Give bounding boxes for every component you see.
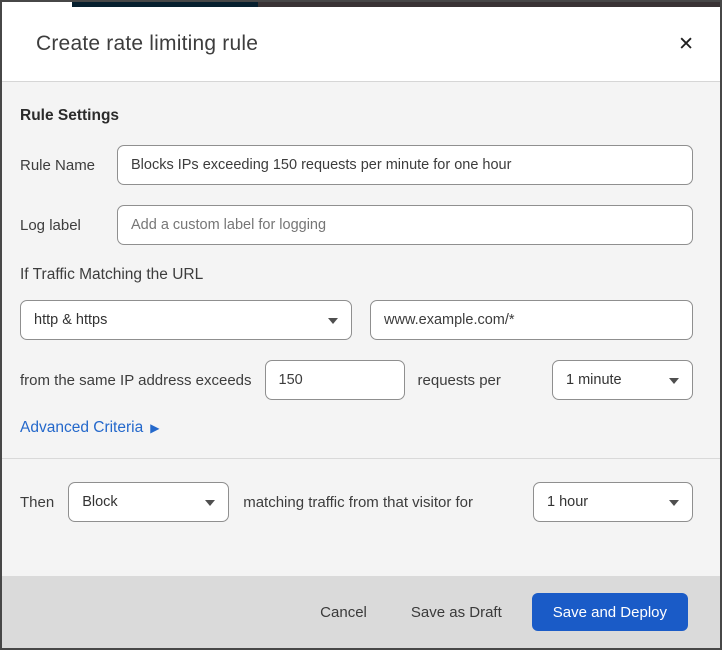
log-label-label: Log label [20, 216, 81, 234]
url-pattern-input[interactable] [370, 300, 693, 340]
duration-select-value: 1 hour [547, 494, 589, 510]
duration-select[interactable]: 1 hour [533, 482, 693, 522]
save-as-draft-button[interactable]: Save as Draft [397, 596, 516, 629]
rule-name-row: Rule Name [20, 145, 693, 185]
period-select[interactable]: 1 minute [552, 360, 693, 400]
traffic-matching-heading: If Traffic Matching the URL [20, 266, 204, 283]
rule-name-label: Rule Name [20, 156, 96, 174]
log-label-input[interactable] [117, 205, 693, 245]
then-action-row: Then Block matching traffic from that vi… [20, 482, 693, 522]
period-select-value: 1 minute [566, 372, 622, 388]
advanced-criteria-link[interactable]: Advanced Criteria ▶ [20, 419, 159, 437]
section-divider [2, 458, 720, 459]
scheme-select[interactable]: http & https [20, 300, 352, 340]
dialog-footer: Cancel Save as Draft Save and Deploy [2, 576, 720, 648]
request-threshold-input[interactable] [264, 360, 405, 400]
rule-name-input[interactable] [117, 145, 693, 185]
threshold-row: from the same IP address exceeds request… [20, 360, 693, 400]
threshold-prefix-text: from the same IP address exceeds [20, 371, 252, 389]
chevron-down-icon [205, 500, 216, 506]
create-rate-limiting-rule-dialog: Create rate limiting rule ✕ Rule Setting… [2, 7, 720, 648]
url-match-row: http & https [20, 300, 693, 340]
close-icon[interactable]: ✕ [672, 31, 700, 58]
expand-arrow-icon: ▶ [150, 421, 160, 435]
chevron-down-icon [669, 378, 679, 384]
threshold-middle-text: requests per [417, 371, 501, 389]
cancel-button[interactable]: Cancel [306, 596, 381, 629]
dialog-header: Create rate limiting rule ✕ [2, 7, 720, 82]
then-label: Then [20, 493, 55, 511]
chevron-down-icon [328, 318, 338, 324]
rule-settings-heading: Rule Settings [20, 107, 120, 124]
log-label-row: Log label [20, 205, 693, 245]
dialog-body: Rule Settings Rule Name Log label If Tra… [2, 82, 720, 576]
screenshot-frame: Create rate limiting rule ✕ Rule Setting… [0, 0, 722, 650]
action-select[interactable]: Block [68, 482, 230, 522]
chevron-down-icon [669, 500, 679, 506]
action-select-value: Block [82, 494, 118, 510]
then-middle-text: matching traffic from that visitor for [243, 493, 474, 511]
advanced-criteria-label: Advanced Criteria [20, 419, 144, 436]
scheme-select-value: http & https [34, 312, 108, 328]
save-and-deploy-button[interactable]: Save and Deploy [531, 593, 688, 631]
dialog-title: Create rate limiting rule [36, 32, 259, 55]
